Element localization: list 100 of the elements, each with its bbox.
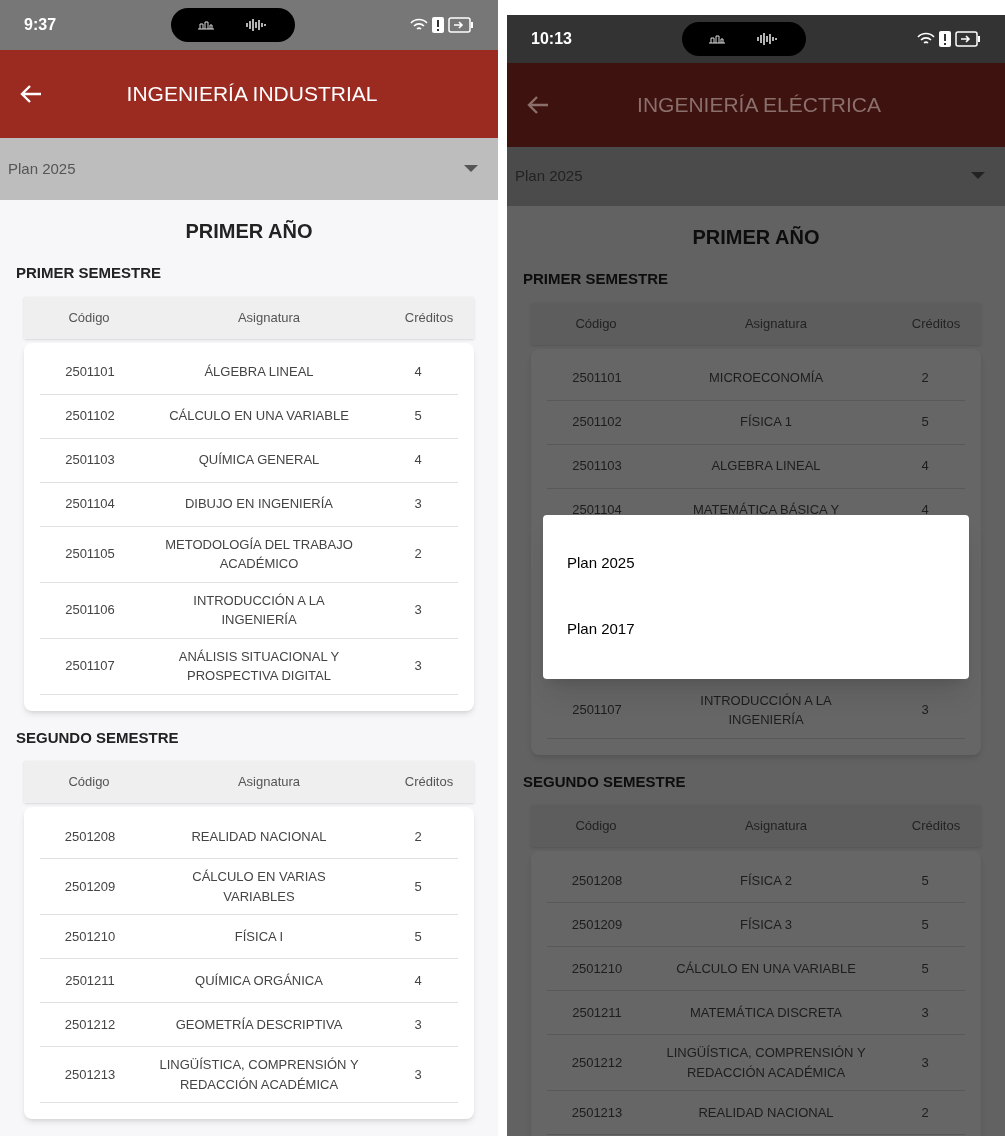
credits-cell-text: 3 <box>413 1065 423 1084</box>
column-header: Asignatura <box>236 308 302 327</box>
code-cell-text: 2501104 <box>571 501 623 520</box>
code-cell-text: 2501107 <box>571 701 623 720</box>
code-cell-text: 2501208 <box>63 827 117 846</box>
credits-cell-text: 5 <box>920 871 930 890</box>
credits-cell-text: 3 <box>920 1003 930 1022</box>
alert-icon <box>939 30 951 47</box>
code-cell-text: 2501213 <box>570 1103 624 1122</box>
column-header: Código <box>574 817 618 836</box>
subject-cell-text: MATEMÁTICA DISCRETA <box>689 1003 843 1022</box>
subject-cell-text: ALGEBRA LINEAL <box>710 457 822 476</box>
plan-menu-option[interactable]: Plan 2025 <box>543 530 969 597</box>
app-bar-title: INGENIERÍA ELÉCTRICA <box>636 92 882 118</box>
code-cell-text: 2501102 <box>571 413 623 432</box>
credits-cell-text: 4 <box>413 363 423 382</box>
column-header: Créditos <box>910 817 962 836</box>
subject-cell-text: REALIDAD NACIONAL <box>190 827 328 846</box>
semester-title: PRIMER SEMESTRE <box>522 269 670 289</box>
subject-cell-text: QUÍMICA GENERAL <box>197 451 321 470</box>
subject-cell-text: MICROECONOMÍA <box>707 369 825 388</box>
code-cell-text: 2501209 <box>63 877 117 896</box>
code-cell-text: 2501211 <box>64 971 116 990</box>
credits-cell-text: 2 <box>920 369 930 388</box>
wifi-icon <box>410 18 428 32</box>
subject-cell-text: METODOLOGÍA DEL TRABAJO ACADÉMICO <box>164 535 354 573</box>
subject-cell-text: FÍSICA 1 <box>739 413 793 432</box>
code-cell-text: 2501208 <box>570 871 624 890</box>
credits-cell-text: 3 <box>413 601 423 620</box>
subject-cell-text: ANÁLISIS SITUACIONAL Y PROSPECTIVA DIGITAL <box>177 647 341 685</box>
subject-cell-text: CÁLCULO EN UNA VARIABLE <box>168 407 350 426</box>
credits-cell-text: 2 <box>413 827 423 846</box>
subject-cell-text: FÍSICA I <box>233 927 285 946</box>
credits-cell-text: 2 <box>920 1103 930 1122</box>
code-cell-text: 2501104 <box>64 495 116 514</box>
code-cell-text: 2501106 <box>64 601 116 620</box>
credits-cell-text: 5 <box>413 877 423 896</box>
credits-cell-text: 5 <box>413 407 423 426</box>
credits-cell-text: 5 <box>920 959 930 978</box>
subject-cell-text: DIBUJO EN INGENIERÍA <box>183 495 335 514</box>
credits-cell-text: 3 <box>413 495 423 514</box>
column-header: Código <box>67 773 111 792</box>
code-cell-text: 2501101 <box>571 369 623 388</box>
plan-menu-option[interactable]: Plan 2017 <box>543 596 969 663</box>
waveform-icon <box>243 18 269 32</box>
credits-cell-text: 5 <box>920 413 930 432</box>
column-header: Créditos <box>910 314 962 333</box>
back-arrow-icon[interactable] <box>527 94 549 115</box>
battery-icon <box>955 30 981 47</box>
subject-cell-text: QUÍMICA ORGÁNICA <box>194 971 324 990</box>
semester-title: SEGUNDO SEMESTRE <box>522 771 687 792</box>
column-header: Créditos <box>403 773 455 792</box>
subject-cell-text: CÁLCULO EN UNA VARIABLE <box>675 959 857 978</box>
code-cell-text: 2501101 <box>64 363 116 382</box>
column-header: Asignatura <box>743 314 809 333</box>
code-cell-text: 2501102 <box>64 407 116 426</box>
credits-cell-text: 3 <box>920 701 930 720</box>
credits-cell-text: 5 <box>920 915 930 934</box>
credits-cell-text: 3 <box>413 657 423 676</box>
credits-cell-text: 4 <box>920 501 930 520</box>
code-cell-text: 2501212 <box>63 1015 117 1034</box>
subject-cell-text: INTRODUCCIÓN A LA INGENIERÍA <box>192 591 326 629</box>
subject-cell-text: REALIDAD NACIONAL <box>697 1103 835 1122</box>
status-time: 9:37 <box>24 15 57 35</box>
subject-cell-text: GEOMETRÍA DESCRIPTIVA <box>174 1015 344 1034</box>
code-cell-text: 2501212 <box>570 1053 624 1072</box>
wifi-icon <box>917 31 935 46</box>
subject-cell-text: LINGÜÍSTICA, COMPRENSIÓN Y REDACCIÓN ACADÉMICA <box>158 1056 360 1094</box>
code-cell-text: 2501103 <box>571 457 623 476</box>
app-bar-title: INGENIERÍA INDUSTRIAL <box>125 81 379 108</box>
column-header: Código <box>67 308 111 327</box>
subject-cell-text: MATEMÁTICA BÁSICA Y <box>691 501 841 520</box>
subject-cell-text: FÍSICA 3 <box>739 915 793 934</box>
subject-cell-text: CÁLCULO EN VARIAS VARIABLES <box>191 868 327 906</box>
code-cell-text: 2501209 <box>570 915 624 934</box>
battery-icon <box>448 17 474 33</box>
year-title: PRIMER AÑO <box>184 219 314 244</box>
code-cell-text: 2501210 <box>570 959 624 978</box>
code-cell-text: 2501210 <box>63 927 117 946</box>
column-header: Asignatura <box>743 817 809 836</box>
dropdown-caret-icon <box>971 172 985 181</box>
credits-cell-text: 3 <box>920 1053 930 1072</box>
status-time: 10:13 <box>531 28 572 49</box>
subject-cell-text: LINGÜÍSTICA, COMPRENSIÓN Y REDACCIÓN ACADÉMICA <box>665 1044 867 1082</box>
credits-cell-text: 4 <box>920 457 930 476</box>
semester-title: SEGUNDO SEMESTRE <box>15 727 180 748</box>
code-cell-text: 2501107 <box>64 657 116 676</box>
credits-cell-text: 2 <box>413 545 423 564</box>
code-cell-text: 2501105 <box>64 545 116 564</box>
subject-cell-text: ÁLGEBRA LINEAL <box>203 363 315 382</box>
code-cell-text: 2501213 <box>63 1065 117 1084</box>
dropdown-caret-icon <box>464 165 478 173</box>
code-cell-text: 2501211 <box>571 1003 623 1022</box>
column-header: Créditos <box>403 308 455 327</box>
subject-cell-text: FÍSICA 2 <box>739 871 793 890</box>
credits-cell-text: 4 <box>413 451 423 470</box>
credits-cell-text: 4 <box>413 971 423 990</box>
plan-dropdown[interactable]: Plan 2025 <box>0 138 498 200</box>
credits-cell-text: 3 <box>413 1015 423 1034</box>
year-title: PRIMER AÑO <box>691 225 821 250</box>
